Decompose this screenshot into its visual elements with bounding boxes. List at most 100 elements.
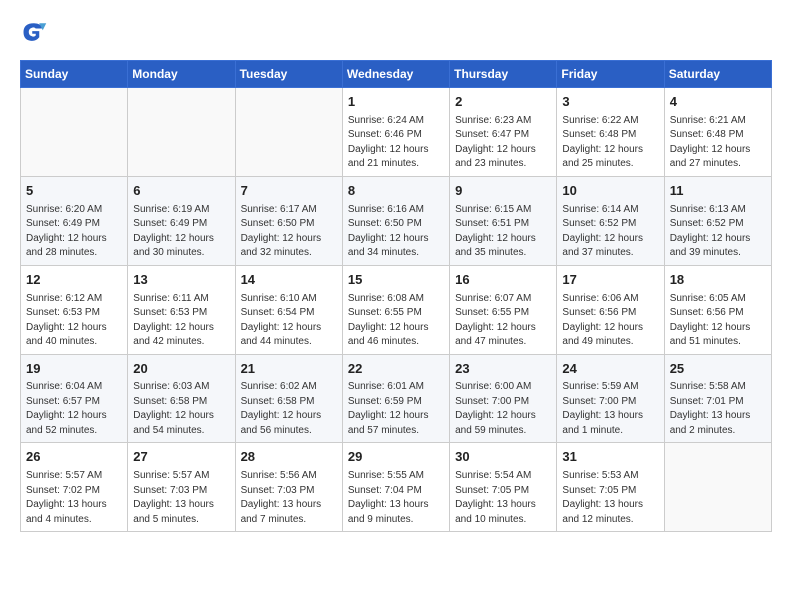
day-number: 14 [241,271,337,290]
day-info: Sunrise: 6:01 AM Sunset: 6:59 PM Dayligh… [348,380,444,438]
calendar-cell [21,88,128,177]
day-info: Sunrise: 6:00 AM Sunset: 7:00 PM Dayligh… [455,380,551,438]
calendar-cell: 27Sunrise: 5:57 AM Sunset: 7:03 PM Dayli… [128,443,235,532]
calendar-table: SundayMondayTuesdayWednesdayThursdayFrid… [20,60,772,532]
calendar-cell: 2 Sunrise: 6:23 AM Sunset: 6:47 PM Daylig… [450,88,557,177]
day-number: 18 [670,271,766,290]
day-info: Sunrise: 6:04 AM Sunset: 6:57 PM Dayligh… [26,380,122,438]
calendar-cell: 25Sunrise: 5:58 AM Sunset: 7:01 PM Dayli… [664,354,771,443]
day-number: 1 [348,93,444,112]
day-number: 12 [26,271,122,290]
day-info: Sunrise: 6:23 AM Sunset: 6:47 PM Dayligh… [455,114,551,172]
calendar-cell [128,88,235,177]
day-info: Sunrise: 6:12 AM Sunset: 6:53 PM Dayligh… [26,292,122,350]
calendar-cell: 5Sunrise: 6:20 AM Sunset: 6:49 PM Daylig… [21,176,128,265]
calendar-cell: 22Sunrise: 6:01 AM Sunset: 6:59 PM Dayli… [342,354,449,443]
day-info: Sunrise: 5:53 AM Sunset: 7:05 PM Dayligh… [562,469,658,527]
day-number: 10 [562,182,658,201]
day-info: Sunrise: 6:19 AM Sunset: 6:49 PM Dayligh… [133,203,229,261]
day-info: Sunrise: 6:14 AM Sunset: 6:52 PM Dayligh… [562,203,658,261]
header [20,18,772,46]
calendar-cell: 31Sunrise: 5:53 AM Sunset: 7:05 PM Dayli… [557,443,664,532]
day-info: Sunrise: 6:08 AM Sunset: 6:55 PM Dayligh… [348,292,444,350]
day-number: 3 [562,93,658,112]
day-info: Sunrise: 5:56 AM Sunset: 7:03 PM Dayligh… [241,469,337,527]
weekday-header-wednesday: Wednesday [342,61,449,88]
weekday-header-saturday: Saturday [664,61,771,88]
day-number: 21 [241,360,337,379]
calendar-cell: 13Sunrise: 6:11 AM Sunset: 6:53 PM Dayli… [128,265,235,354]
day-number: 30 [455,448,551,467]
weekday-header-monday: Monday [128,61,235,88]
day-info: Sunrise: 6:24 AM Sunset: 6:46 PM Dayligh… [348,114,444,172]
calendar-cell: 24Sunrise: 5:59 AM Sunset: 7:00 PM Dayli… [557,354,664,443]
day-number: 16 [455,271,551,290]
day-info: Sunrise: 6:06 AM Sunset: 6:56 PM Dayligh… [562,292,658,350]
day-info: Sunrise: 6:11 AM Sunset: 6:53 PM Dayligh… [133,292,229,350]
calendar-cell: 9 Sunrise: 6:15 AM Sunset: 6:51 PM Daylig… [450,176,557,265]
calendar-cell: 28 Sunrise: 5:56 AM Sunset: 7:03 PM Dayli… [235,443,342,532]
day-number: 5 [26,182,122,201]
calendar-cell: 19Sunrise: 6:04 AM Sunset: 6:57 PM Dayli… [21,354,128,443]
calendar-cell: 23Sunrise: 6:00 AM Sunset: 7:00 PM Dayli… [450,354,557,443]
calendar-cell: 15 Sunrise: 6:08 AM Sunset: 6:55 PM Dayli… [342,265,449,354]
day-info: Sunrise: 6:15 AM Sunset: 6:51 PM Dayligh… [455,203,551,261]
day-info: Sunrise: 5:58 AM Sunset: 7:01 PM Dayligh… [670,380,766,438]
weekday-header-friday: Friday [557,61,664,88]
day-number: 19 [26,360,122,379]
calendar-cell: 30 Sunrise: 5:54 AM Sunset: 7:05 PM Dayli… [450,443,557,532]
calendar-cell: 4 Sunrise: 6:21 AM Sunset: 6:48 PM Daylig… [664,88,771,177]
day-number: 29 [348,448,444,467]
logo [20,18,52,46]
day-number: 23 [455,360,551,379]
day-info: Sunrise: 6:02 AM Sunset: 6:58 PM Dayligh… [241,380,337,438]
day-number: 4 [670,93,766,112]
day-number: 9 [455,182,551,201]
calendar-cell: 20Sunrise: 6:03 AM Sunset: 6:58 PM Dayli… [128,354,235,443]
calendar-cell: 8 Sunrise: 6:16 AM Sunset: 6:50 PM Daylig… [342,176,449,265]
day-number: 11 [670,182,766,201]
day-number: 8 [348,182,444,201]
day-number: 28 [241,448,337,467]
calendar-body: 1 Sunrise: 6:24 AM Sunset: 6:46 PM Daylig… [21,88,772,532]
calendar-week-1: 5Sunrise: 6:20 AM Sunset: 6:49 PM Daylig… [21,176,772,265]
day-info: Sunrise: 5:59 AM Sunset: 7:00 PM Dayligh… [562,380,658,438]
day-info: Sunrise: 6:16 AM Sunset: 6:50 PM Dayligh… [348,203,444,261]
calendar-cell: 29 Sunrise: 5:55 AM Sunset: 7:04 PM Dayli… [342,443,449,532]
day-info: Sunrise: 6:21 AM Sunset: 6:48 PM Dayligh… [670,114,766,172]
day-info: Sunrise: 5:55 AM Sunset: 7:04 PM Dayligh… [348,469,444,527]
calendar-cell: 16Sunrise: 6:07 AM Sunset: 6:55 PM Dayli… [450,265,557,354]
day-number: 15 [348,271,444,290]
calendar-cell: 1 Sunrise: 6:24 AM Sunset: 6:46 PM Daylig… [342,88,449,177]
weekday-header-row: SundayMondayTuesdayWednesdayThursdayFrid… [21,61,772,88]
day-number: 26 [26,448,122,467]
day-number: 6 [133,182,229,201]
calendar-header: SundayMondayTuesdayWednesdayThursdayFrid… [21,61,772,88]
day-number: 2 [455,93,551,112]
calendar-cell: 7 Sunrise: 6:17 AM Sunset: 6:50 PM Daylig… [235,176,342,265]
calendar-week-3: 19Sunrise: 6:04 AM Sunset: 6:57 PM Dayli… [21,354,772,443]
calendar-cell: 12 Sunrise: 6:12 AM Sunset: 6:53 PM Dayli… [21,265,128,354]
day-info: Sunrise: 6:03 AM Sunset: 6:58 PM Dayligh… [133,380,229,438]
calendar-week-2: 12 Sunrise: 6:12 AM Sunset: 6:53 PM Dayli… [21,265,772,354]
day-info: Sunrise: 6:10 AM Sunset: 6:54 PM Dayligh… [241,292,337,350]
calendar-week-4: 26 Sunrise: 5:57 AM Sunset: 7:02 PM Dayli… [21,443,772,532]
calendar-cell: 3Sunrise: 6:22 AM Sunset: 6:48 PM Daylig… [557,88,664,177]
day-number: 17 [562,271,658,290]
day-number: 27 [133,448,229,467]
day-info: Sunrise: 5:54 AM Sunset: 7:05 PM Dayligh… [455,469,551,527]
day-info: Sunrise: 5:57 AM Sunset: 7:02 PM Dayligh… [26,469,122,527]
calendar-cell: 10 Sunrise: 6:14 AM Sunset: 6:52 PM Dayli… [557,176,664,265]
calendar-cell: 18Sunrise: 6:05 AM Sunset: 6:56 PM Dayli… [664,265,771,354]
calendar-cell [664,443,771,532]
calendar-cell: 14 Sunrise: 6:10 AM Sunset: 6:54 PM Dayli… [235,265,342,354]
day-number: 7 [241,182,337,201]
day-number: 25 [670,360,766,379]
logo-icon [20,18,48,46]
day-number: 24 [562,360,658,379]
weekday-header-thursday: Thursday [450,61,557,88]
calendar-cell: 26 Sunrise: 5:57 AM Sunset: 7:02 PM Dayli… [21,443,128,532]
day-info: Sunrise: 6:17 AM Sunset: 6:50 PM Dayligh… [241,203,337,261]
day-number: 20 [133,360,229,379]
calendar-cell: 6 Sunrise: 6:19 AM Sunset: 6:49 PM Daylig… [128,176,235,265]
